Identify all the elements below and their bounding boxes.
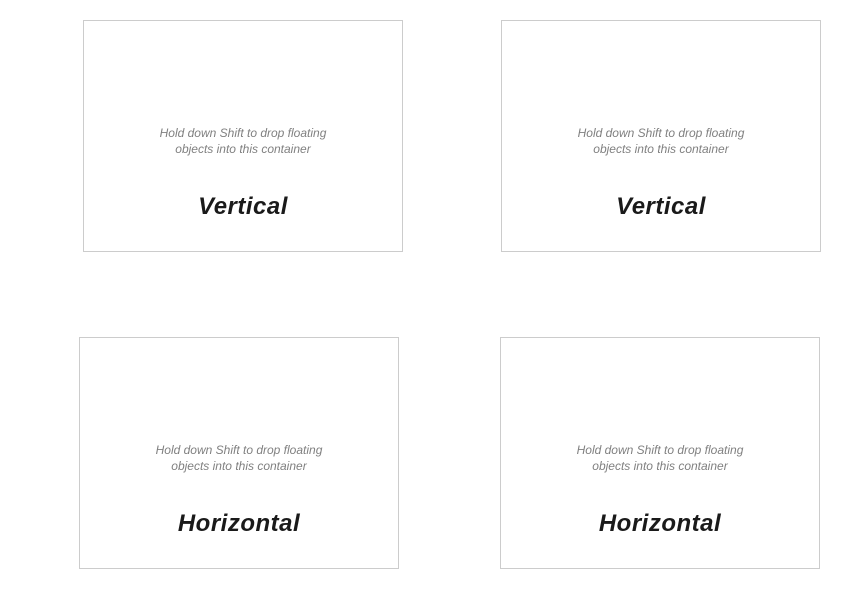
container-label: Horizontal (178, 510, 300, 538)
drop-container-horizontal-left[interactable]: Hold down Shift to drop floating objects… (79, 337, 399, 569)
drop-container-horizontal-right[interactable]: Hold down Shift to drop floating objects… (500, 337, 820, 569)
drop-hint-text: Hold down Shift to drop floating objects… (143, 125, 343, 157)
drop-container-vertical-right[interactable]: Hold down Shift to drop floating objects… (501, 20, 821, 252)
drop-hint-text: Hold down Shift to drop floating objects… (561, 125, 761, 157)
drop-container-vertical-left[interactable]: Hold down Shift to drop floating objects… (83, 20, 403, 252)
container-label: Vertical (616, 193, 706, 221)
container-label: Vertical (198, 193, 288, 221)
drop-hint-text: Hold down Shift to drop floating objects… (560, 442, 760, 474)
drop-hint-text: Hold down Shift to drop floating objects… (139, 442, 339, 474)
container-label: Horizontal (599, 510, 721, 538)
